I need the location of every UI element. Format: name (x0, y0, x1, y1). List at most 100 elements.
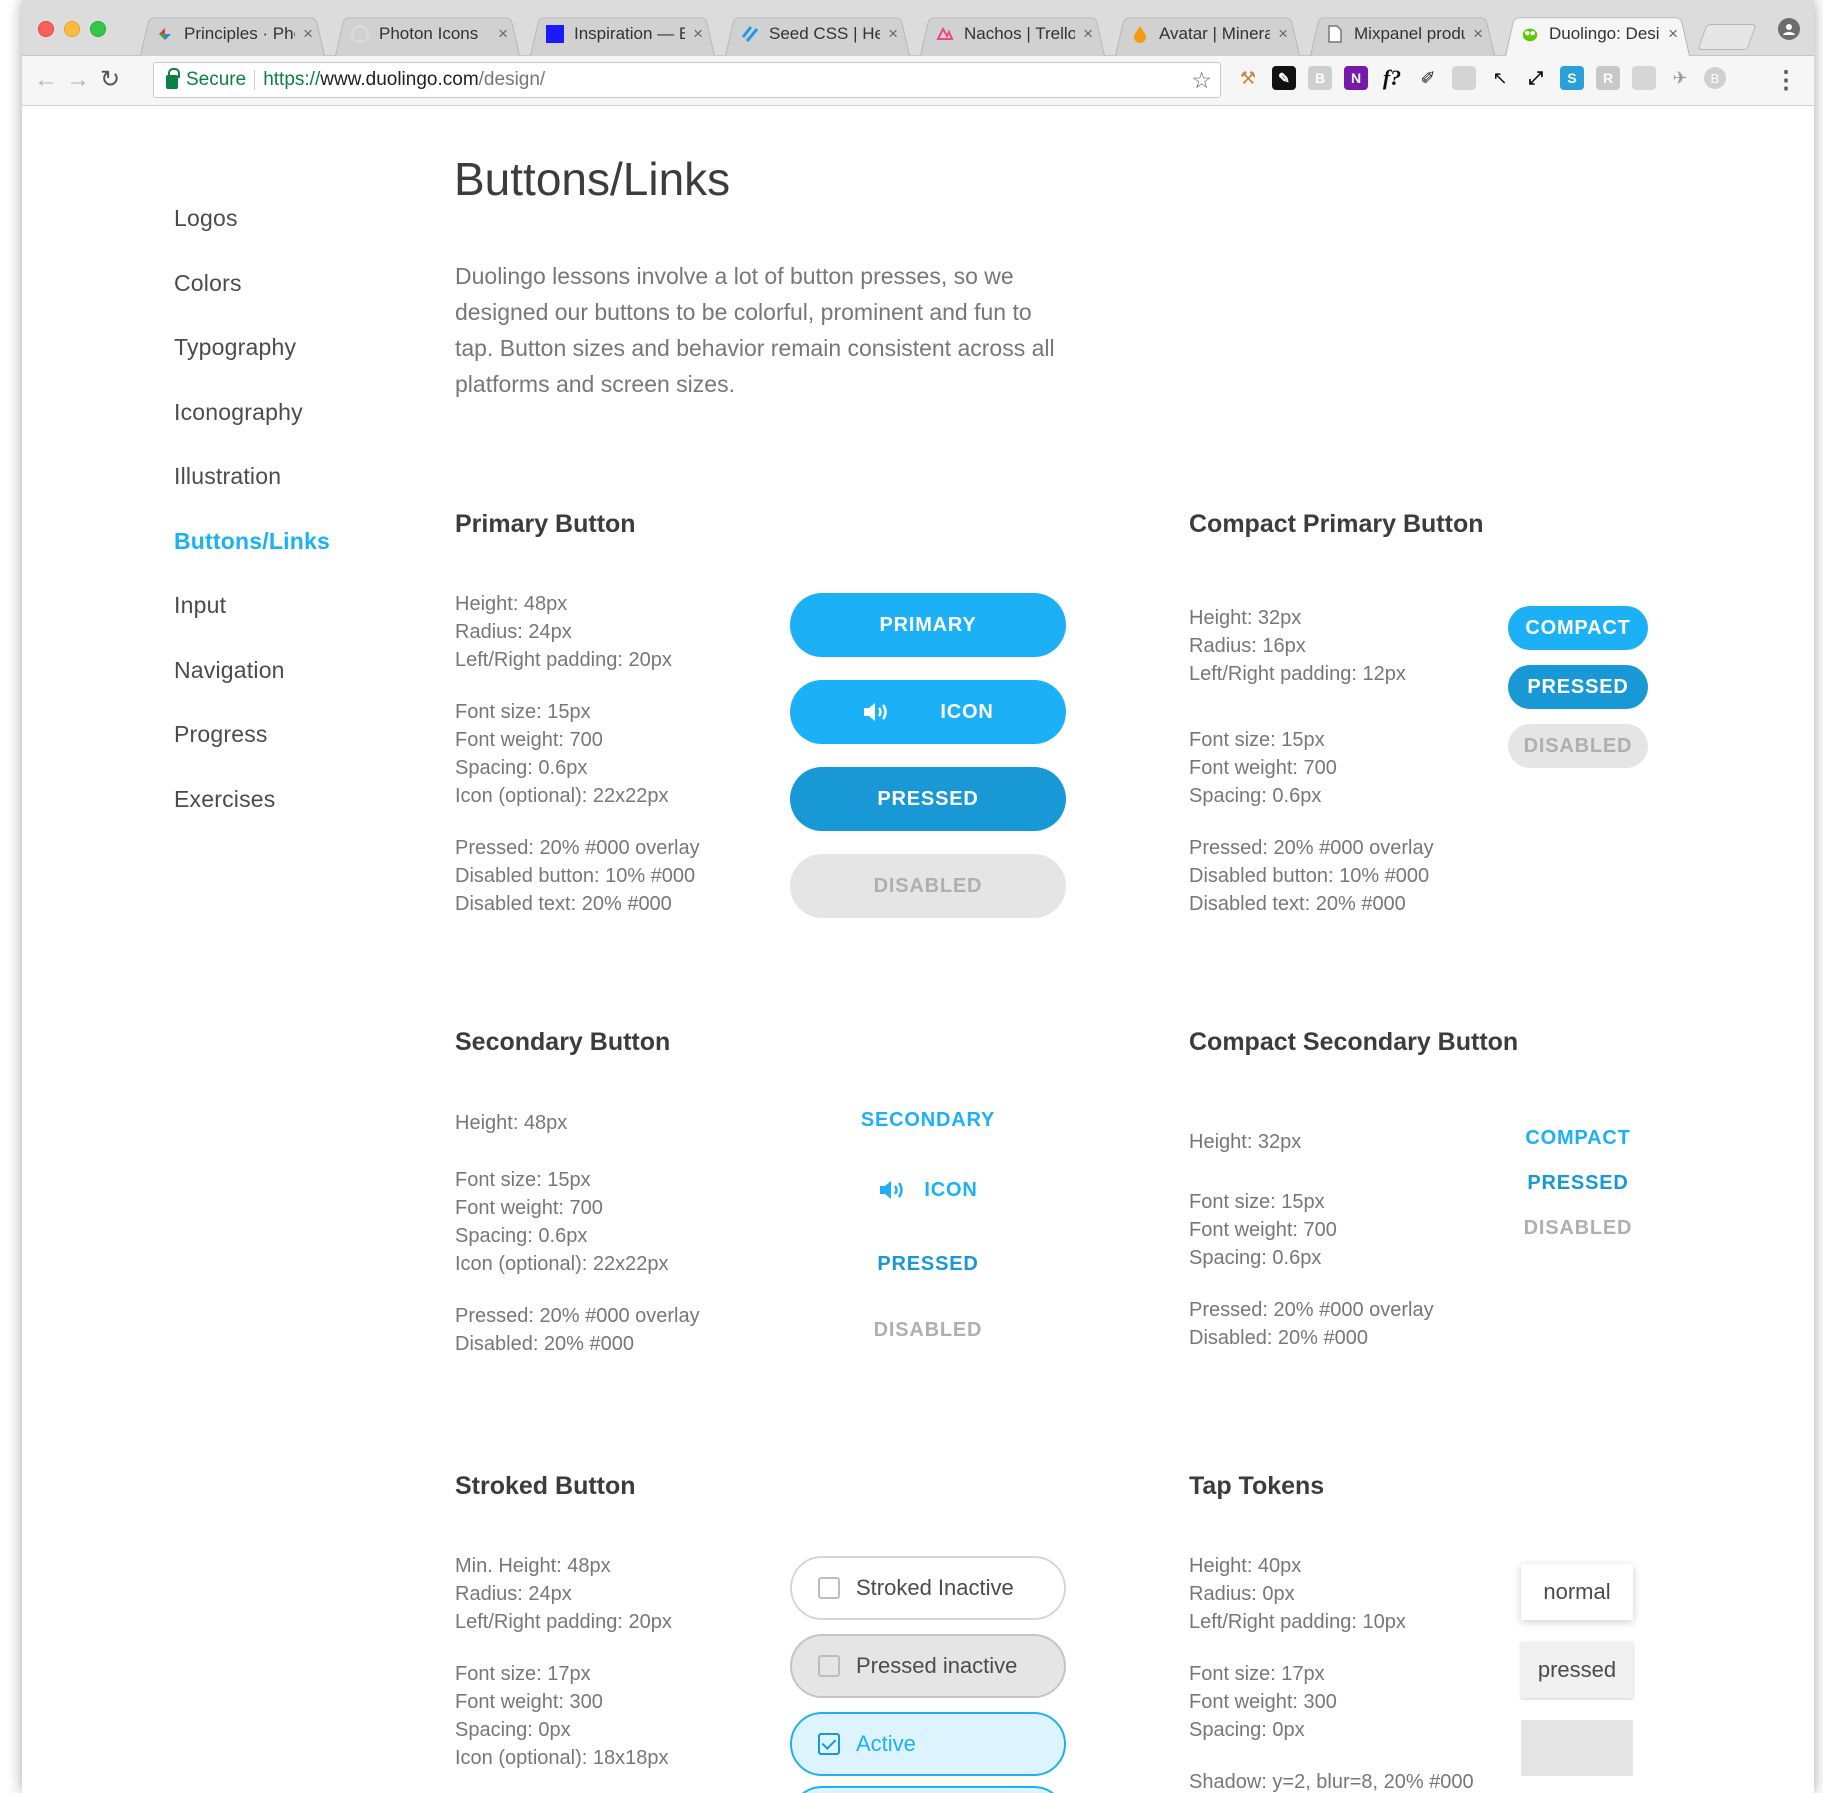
tab-label: Mixpanel produ (1354, 24, 1465, 43)
sidebar-item-iconography[interactable]: Iconography (174, 399, 374, 464)
tab-principles[interactable]: Principles · Pho × (134, 12, 331, 56)
primary-button[interactable]: PRIMARY (790, 593, 1066, 657)
lock-icon (166, 68, 180, 89)
compact-primary-heading: Compact Primary Button (1189, 510, 1484, 538)
secondary-disabled-button[interactable]: DISABLED (790, 1310, 1066, 1350)
spec-line: Radius: 16px (1189, 635, 1306, 657)
sidebar-item-illustration[interactable]: Illustration (174, 463, 374, 528)
hammer-extension-icon[interactable]: ⚒ (1236, 66, 1260, 90)
bookmark-star-icon[interactable]: ☆ (1191, 67, 1212, 94)
zoom-window-button[interactable] (90, 21, 106, 37)
b-extension-icon[interactable]: B (1308, 66, 1332, 90)
tab-mixpanel[interactable]: Mixpanel produ × (1304, 12, 1501, 56)
compact-disabled-button[interactable]: DISABLED (1508, 724, 1648, 768)
tap-token-disabled[interactable] (1521, 1720, 1633, 1776)
spec-line: Icon (optional): 22x22px (455, 1253, 669, 1275)
sidebar-item-typography[interactable]: Typography (174, 334, 374, 399)
compact-button[interactable]: COMPACT (1508, 606, 1648, 650)
cursor-extension-icon[interactable]: ↖ (1488, 66, 1512, 90)
close-icon[interactable]: × (693, 24, 703, 44)
tab-inspiration[interactable]: Inspiration — B × (524, 12, 721, 56)
sidebar-item-navigation[interactable]: Navigation (174, 657, 374, 722)
menu-dots-icon[interactable]: ⋮ (1774, 66, 1798, 95)
tab-nachos[interactable]: Nachos | Trello × (914, 12, 1111, 56)
spec-line: Left/Right padding: 20px (455, 1611, 672, 1633)
new-tab-button[interactable] (1697, 24, 1757, 50)
spec-line: Disabled: 20% #000 (455, 1333, 635, 1355)
tab-photon-icons[interactable]: Photon Icons × (329, 12, 526, 56)
stroked-pressed-inactive-button[interactable]: Pressed inactive (790, 1634, 1066, 1698)
close-icon[interactable]: × (1668, 24, 1678, 44)
compact-pressed-button[interactable]: PRESSED (1508, 665, 1648, 709)
compact-secondary-button[interactable]: COMPACT (1508, 1118, 1648, 1158)
secondary-pressed-button[interactable]: PRESSED (790, 1244, 1066, 1284)
tab-duolingo-design[interactable]: Duolingo: Desig × (1499, 12, 1696, 56)
spec-line: Pressed: 20% #000 overlay (1189, 837, 1434, 859)
sidebar-item-input[interactable]: Input (174, 592, 374, 657)
tab-label: Inspiration — B (574, 24, 685, 43)
satellite-extension-icon[interactable]: ✈ (1668, 66, 1692, 90)
chart-extension-icon[interactable] (1632, 66, 1656, 90)
intro-paragraph: Duolingo lessons involve a lot of button… (455, 263, 1055, 397)
close-icon[interactable]: × (498, 24, 508, 44)
spec-line: Height: 40px (1189, 1555, 1302, 1577)
pen-extension-icon[interactable]: ✎ (1272, 66, 1296, 90)
page-title: Buttons/Links (454, 153, 731, 205)
sidebar-item-buttons-links[interactable]: Buttons/Links (174, 528, 374, 593)
address-bar[interactable]: Secure https:// www.duolingo.com /design… (153, 62, 1221, 98)
forward-arrow-icon[interactable]: → (66, 66, 90, 94)
close-icon[interactable]: × (1083, 24, 1093, 44)
stroked-active-button[interactable]: Active (790, 1712, 1066, 1776)
close-icon[interactable]: × (888, 24, 898, 44)
primary-icon-button[interactable]: ICON (790, 680, 1066, 744)
primary-spec: Height: 48px Radius: 24px Left/Right pad… (455, 590, 700, 918)
spec-line: Font size: 15px (1189, 729, 1325, 751)
close-window-button[interactable] (38, 21, 54, 37)
tab-avatar[interactable]: Avatar | Minera × (1109, 12, 1306, 56)
design-sidebar: Logos Colors Typography Iconography Illu… (174, 205, 374, 850)
back-arrow-icon[interactable]: ← (34, 66, 58, 94)
tab-seed-css[interactable]: Seed CSS | Hel × (719, 12, 916, 56)
close-icon[interactable]: × (1473, 24, 1483, 44)
spec-line: Font size: 17px (455, 1663, 591, 1685)
primary-pressed-button[interactable]: PRESSED (790, 767, 1066, 831)
secondary-spec: Height: 48px Font size: 15px Font weight… (455, 1109, 700, 1358)
sidebar-item-progress[interactable]: Progress (174, 721, 374, 786)
compact-secondary-disabled-button[interactable]: DISABLED (1508, 1208, 1648, 1248)
divider (254, 70, 256, 90)
tap-token-normal[interactable]: normal (1521, 1564, 1633, 1620)
compact-secondary-pressed-button[interactable]: PRESSED (1508, 1163, 1648, 1203)
compact-secondary-heading: Compact Secondary Button (1189, 1028, 1519, 1056)
eyedropper-extension-icon[interactable]: ✐ (1416, 66, 1440, 90)
spec-line: Height: 32px (1189, 607, 1302, 629)
secure-label: Secure (186, 69, 247, 90)
sidebar-item-colors[interactable]: Colors (174, 270, 374, 335)
close-icon[interactable]: × (1278, 24, 1288, 44)
spec-line: Left/Right padding: 20px (455, 649, 672, 671)
tap-token-pressed[interactable]: pressed (1521, 1642, 1633, 1698)
primary-disabled-button[interactable]: DISABLED (790, 854, 1066, 918)
stroked-active-pressed-button[interactable] (790, 1786, 1066, 1793)
minimize-window-button[interactable] (64, 21, 80, 37)
onenote-extension-icon[interactable]: N (1344, 66, 1368, 90)
close-icon[interactable]: × (303, 24, 313, 44)
spec-line: Height: 48px (455, 593, 568, 615)
grey-extension-icon[interactable]: R (1596, 66, 1620, 90)
duolingo-favicon (1521, 25, 1539, 43)
secondary-button[interactable]: SECONDARY (790, 1100, 1066, 1140)
screenshot-extension-icon[interactable]: S (1560, 66, 1584, 90)
expand-extension-icon[interactable]: ⤢ (1524, 66, 1548, 90)
stroked-inactive-button[interactable]: Stroked Inactive (790, 1556, 1066, 1620)
tab-label: Duolingo: Desig (1549, 24, 1660, 43)
circle-b-extension-icon[interactable]: B (1704, 67, 1726, 89)
secondary-icon-button[interactable]: ICON (790, 1170, 1066, 1210)
page-extension-icon[interactable] (1452, 66, 1476, 90)
sidebar-item-exercises[interactable]: Exercises (174, 786, 374, 851)
tap-tokens-heading: Tap Tokens (1189, 1472, 1325, 1500)
whatfont-extension-icon[interactable]: f? (1380, 65, 1404, 90)
reload-icon[interactable]: ↻ (100, 66, 120, 94)
sidebar-item-logos[interactable]: Logos (174, 205, 374, 270)
spec-line: Disabled button: 10% #000 (455, 865, 696, 887)
spec-line: Disabled text: 20% #000 (455, 893, 672, 915)
profile-icon[interactable] (1778, 18, 1800, 40)
